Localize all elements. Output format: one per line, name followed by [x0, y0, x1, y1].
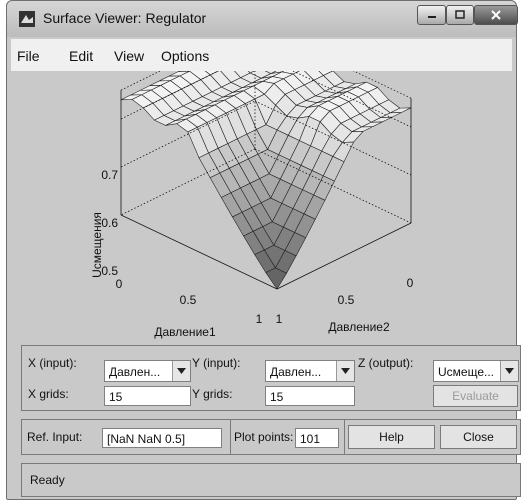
y-tick-label: 1: [276, 312, 283, 326]
window-title: Surface Viewer: Regulator: [43, 10, 207, 26]
x-input-select[interactable]: Давлен...: [104, 360, 191, 382]
minimize-icon: [427, 16, 436, 18]
ref-input-label: Ref. Input:: [27, 430, 83, 444]
plot-points-input[interactable]: 101: [295, 428, 339, 448]
z-output-label: Z (output):: [358, 356, 414, 370]
z-tick-label: 0.7: [101, 168, 118, 182]
chevron-down-icon: [336, 361, 354, 381]
title-bar[interactable]: Surface Viewer: Regulator: [7, 1, 518, 37]
surface-mesh: [120, 33, 412, 290]
z-output-value: Uсмеще...: [438, 365, 495, 379]
y-tick-label: 0: [407, 276, 414, 290]
x-input-value: Давлен...: [109, 365, 161, 379]
evaluate-button[interactable]: Evaluate: [433, 385, 518, 407]
z-tick-label: 0.5: [101, 264, 118, 278]
x-tick-label: 0: [116, 277, 123, 291]
close-button[interactable]: Close: [440, 425, 517, 449]
menu-options[interactable]: Options: [161, 48, 209, 64]
x-tick-label: 1: [256, 312, 263, 326]
maximize-button[interactable]: [446, 5, 474, 25]
menu-file[interactable]: File: [17, 48, 40, 64]
surface-plot-area[interactable]: Uсмещения Давление1 Давление2 0.7 0.6 0.…: [11, 23, 512, 341]
z-output-select[interactable]: Uсмеще...: [433, 360, 519, 382]
x-grids-label: X grids:: [28, 387, 69, 401]
chevron-down-icon: [500, 361, 518, 381]
status-text: Ready: [30, 473, 65, 487]
ref-input-field[interactable]: [NaN NaN 0.5]: [102, 428, 222, 448]
x-axis-label: Давление1: [154, 325, 216, 339]
y-input-value: Давлен...: [270, 365, 322, 379]
surface-plot[interactable]: Uсмещения Давление1 Давление2 0.7 0.6 0.…: [11, 23, 512, 341]
close-icon: [491, 10, 501, 20]
x-grids-input[interactable]: 15: [104, 386, 191, 406]
matlab-app-icon: [19, 11, 35, 27]
maximize-icon: [455, 10, 465, 19]
y-grids-label: Y grids:: [192, 387, 233, 401]
menu-bar: File Edit View Options: [11, 39, 512, 72]
y-input-label: Y (input):: [192, 356, 241, 370]
x-tick-label: 0.5: [180, 293, 197, 307]
y-tick-label: 0.5: [338, 293, 355, 307]
surface-viewer-window: Surface Viewer: Regulator File Edit View…: [6, 0, 521, 500]
minimize-button[interactable]: [417, 5, 446, 25]
menu-view[interactable]: View: [114, 48, 144, 64]
menu-edit[interactable]: Edit: [69, 48, 93, 64]
x-input-label: X (input):: [28, 356, 77, 370]
y-grids-input[interactable]: 15: [265, 386, 355, 406]
help-button[interactable]: Help: [348, 425, 435, 449]
close-window-button[interactable]: [474, 5, 518, 25]
options-panel: Ref. Input: [NaN NaN 0.5] Plot points: 1…: [21, 419, 521, 455]
axis-selection-panel: X (input): Давлен... Y (input): Давлен..…: [21, 345, 521, 411]
chevron-down-icon: [172, 361, 190, 381]
z-tick-label: 0.6: [101, 216, 118, 230]
plot-points-group: Plot points: 101: [230, 420, 345, 454]
y-axis-label: Давление2: [328, 320, 390, 334]
y-input-select[interactable]: Давлен...: [265, 360, 355, 382]
status-bar: Ready: [21, 463, 521, 497]
plot-points-label: Plot points:: [234, 430, 294, 444]
